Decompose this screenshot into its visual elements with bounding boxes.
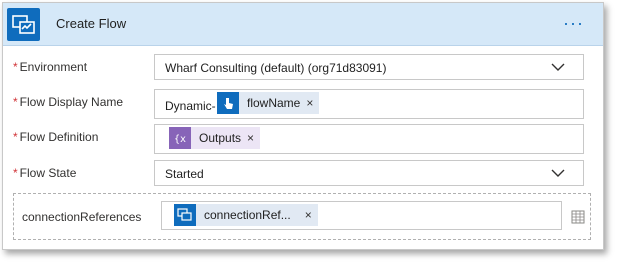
- connection-ref-token[interactable]: connectionRef... ×: [174, 204, 318, 226]
- remove-token-icon[interactable]: ×: [295, 208, 318, 222]
- environment-dropdown[interactable]: Wharf Consulting (default) (org71d83091): [154, 54, 584, 80]
- display-name-prefix: Dynamic-: [165, 99, 216, 113]
- required-marker: *: [13, 60, 18, 74]
- flow-state-value: Started: [165, 167, 204, 181]
- flow-display-name-label: * Flow Display Name: [13, 95, 123, 109]
- token-label: flowName: [247, 96, 301, 110]
- remove-token-icon[interactable]: ×: [245, 131, 260, 145]
- outputs-token[interactable]: {x} Outputs ×: [169, 127, 261, 149]
- flow-state-label-text: Flow State: [19, 166, 77, 180]
- create-flow-card: Create Flow ··· * Environment Wharf Consu…: [2, 2, 604, 250]
- flow-definition-label: * Flow Definition: [13, 130, 98, 144]
- connection-references-section: connectionReferences connectionRef... ×: [13, 193, 591, 240]
- touch-trigger-icon: [217, 92, 239, 114]
- required-marker: *: [13, 166, 18, 180]
- card-title: Create Flow: [56, 16, 127, 31]
- required-marker: *: [13, 130, 18, 144]
- card-header: Create Flow ···: [3, 3, 603, 46]
- chevron-down-icon[interactable]: [551, 168, 565, 178]
- flowname-token[interactable]: flowName ×: [217, 92, 320, 114]
- flow-definition-label-text: Flow Definition: [19, 130, 99, 144]
- power-automate-token-icon: [174, 204, 196, 226]
- token-label: connectionRef...: [204, 208, 291, 222]
- connection-references-field[interactable]: connectionRef... ×: [161, 201, 562, 230]
- svg-text:{x}: {x}: [174, 134, 187, 145]
- environment-label: * Environment: [13, 60, 87, 74]
- array-switch-icon[interactable]: [570, 209, 586, 225]
- power-automate-logo-icon: [7, 8, 40, 41]
- ellipsis-icon[interactable]: ···: [563, 13, 584, 34]
- connection-references-label: connectionReferences: [22, 210, 142, 224]
- flow-definition-field[interactable]: {x} Outputs ×: [154, 124, 584, 154]
- environment-value: Wharf Consulting (default) (org71d83091): [165, 61, 387, 75]
- required-marker: *: [13, 95, 18, 109]
- flow-state-label: * Flow State: [13, 166, 76, 180]
- flow-display-name-label-text: Flow Display Name: [19, 95, 124, 109]
- chevron-down-icon[interactable]: [551, 62, 565, 72]
- expression-icon: {x}: [169, 127, 191, 149]
- flow-state-dropdown[interactable]: Started: [154, 160, 584, 186]
- remove-token-icon[interactable]: ×: [304, 96, 319, 110]
- environment-label-text: Environment: [19, 60, 88, 74]
- flow-display-name-field[interactable]: Dynamic- flowName ×: [154, 89, 584, 119]
- token-label: Outputs: [199, 131, 242, 145]
